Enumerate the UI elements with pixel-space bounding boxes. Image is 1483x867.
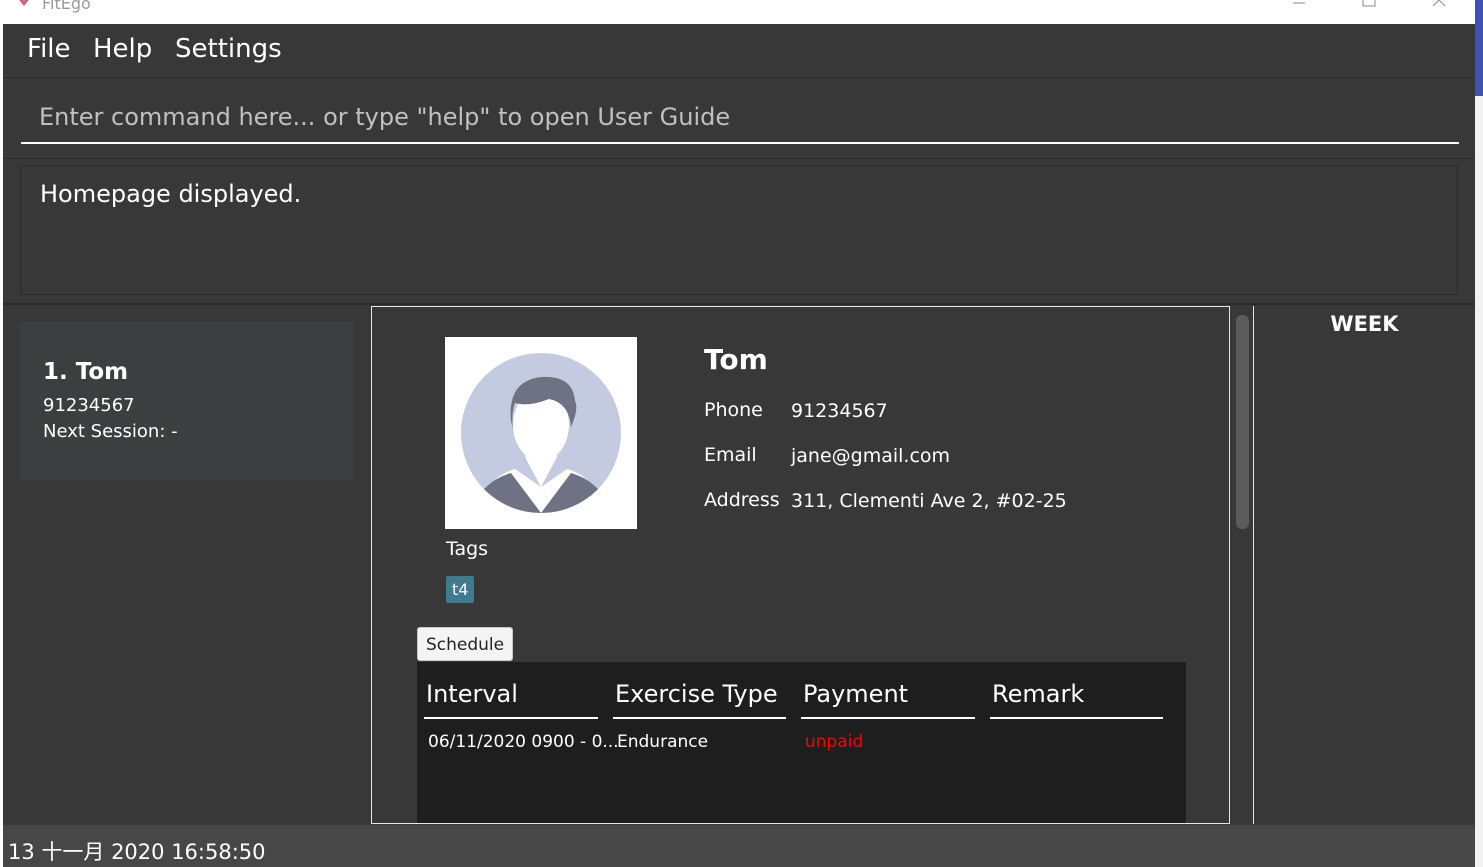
column-header-payment[interactable]: Payment [801, 672, 975, 719]
schedule-table: Interval Exercise Type Payment Remark 06… [417, 662, 1186, 823]
phone-label: Phone [704, 399, 763, 421]
tab-schedule[interactable]: Schedule [417, 627, 514, 661]
maximize-icon[interactable] [1346, 0, 1392, 22]
status-datetime: 13 十一月 2020 16:58:50 [8, 840, 266, 864]
table-cell-interval[interactable]: 06/11/2020 0900 - 0... [428, 732, 619, 752]
result-display: Homepage displayed. [20, 165, 1458, 295]
background-window-edge [1475, 0, 1483, 867]
column-header-interval[interactable]: Interval [424, 672, 598, 719]
result-message: Homepage displayed. [40, 180, 302, 208]
column-header-remark[interactable]: Remark [990, 672, 1163, 719]
client-card-next-session: Next Session: - [43, 421, 178, 442]
table-cell-payment[interactable]: unpaid [805, 732, 863, 752]
client-card[interactable]: 1. Tom 91234567 Next Session: - [20, 322, 354, 480]
menu-help[interactable]: Help [93, 34, 152, 64]
minimize-icon[interactable] [1276, 0, 1322, 22]
app-logo-icon [19, 0, 29, 6]
window-title: FitEgo [42, 0, 91, 13]
tag-badge: t4 [446, 576, 475, 603]
week-label: WEEK [1330, 312, 1399, 336]
client-name: Tom [704, 343, 768, 376]
status-bar: 13 十一月 2020 16:58:50 [3, 825, 1475, 867]
menu-settings[interactable]: Settings [175, 34, 282, 64]
client-card-name: 1. Tom [43, 359, 129, 385]
week-calendar-panel: WEEK [1254, 306, 1475, 825]
address-label: Address [704, 489, 780, 511]
tags-label: Tags [446, 538, 489, 560]
column-header-exercise-type[interactable]: Exercise Type [613, 672, 786, 719]
command-input[interactable] [21, 92, 1459, 144]
command-box [3, 78, 1475, 159]
client-list-panel: 1. Tom 91234567 Next Session: - [3, 306, 368, 825]
menu-file[interactable]: File [27, 34, 71, 64]
client-card-phone: 91234567 [43, 395, 135, 416]
table-cell-exercise-type[interactable]: Endurance [617, 732, 708, 752]
avatar [445, 337, 637, 529]
client-detail-panel: Tom Phone 91234567 Email jane@gmail.com … [371, 306, 1230, 824]
phone-value: 91234567 [791, 400, 888, 422]
menu-bar: File Help Settings [3, 24, 1475, 78]
close-icon[interactable] [1416, 0, 1462, 22]
window-titlebar: FitEgo [0, 0, 1475, 24]
detail-scrollbar-thumb[interactable] [1236, 315, 1249, 529]
email-label: Email [704, 444, 757, 466]
app-window: File Help Settings Homepage displayed. 1… [3, 24, 1475, 867]
email-value: jane@gmail.com [791, 445, 951, 467]
address-value: 311, Clementi Ave 2, #02-25 [791, 490, 1067, 512]
divider [3, 303, 1475, 305]
